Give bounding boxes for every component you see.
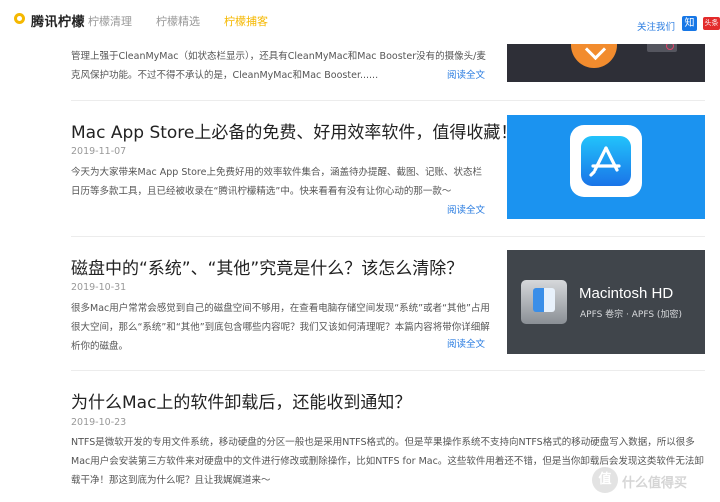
smzdm-logo-icon: 值 [592,467,618,493]
zhihu-icon[interactable]: 知 [682,16,697,31]
article-title[interactable]: 磁盘中的“系统”、“其他”究竟是什么？该怎么清除？ [71,254,463,279]
toutiao-icon[interactable]: 头条 [703,17,720,30]
article-card: 磁盘中的“系统”、“其他”究竟是什么？该怎么清除？ 2019-10-31 很多M… [71,250,705,358]
divider [71,370,705,371]
nav-item-picks[interactable]: 柠檬精选 [156,13,200,29]
article-summary: 很多Mac用户常常会感觉到自己的磁盘空间不够用，在查看电脑存储空间发现“系统”或… [71,303,490,352]
follow-us-label: 关注我们 [637,22,676,33]
article-summary: 今天为大家带来Mac App Store上免费好用的效率软件集合，涵盖待办提醒、… [71,167,482,197]
watermark: 值 什么值得买 [592,466,716,496]
brand-name[interactable]: 腾讯柠檬 [31,11,85,30]
app-store-icon [581,136,631,186]
finder-icon [533,288,555,312]
disk-format: APFS 卷宗 · APFS (加密) [580,310,682,320]
article-date: 2019-11-07 [71,146,127,157]
article-title[interactable]: Mac App Store上必备的免费、好用效率软件，值得收藏！ [71,118,517,143]
article-title[interactable]: 为什么Mac上的软件卸载后，还能收到通知？ [71,388,411,413]
watermark-text: 什么值得买 [622,476,688,491]
disk-name: Macintosh HD [579,285,674,302]
article-date: 2019-10-31 [71,282,127,293]
divider [71,236,705,237]
nav-item-clean[interactable]: 柠檬清理 [88,13,132,29]
read-more-link[interactable]: 阅读全文 [447,336,485,350]
divider [71,100,705,101]
article-date: 2019-10-23 [71,417,127,428]
article-thumbnail[interactable]: Macintosh HD APFS 卷宗 · APFS (加密) [507,250,705,354]
read-more-link[interactable]: 阅读全文 [447,67,485,81]
article-card: Mac App Store上必备的免费、好用效率软件，值得收藏！ 2019-11… [71,115,705,222]
top-header: 腾讯柠檬 柠檬清理 柠檬精选 柠檬捕客 关注我们 知 头条 [0,0,720,44]
read-more-link[interactable]: 阅读全文 [447,202,485,216]
article-summary: 管理上强于CleanMyMac（如状态栏显示），还具有CleanMyMac和Ma… [71,51,486,81]
main-nav: 柠檬清理 柠檬精选 柠檬捕客 [88,13,292,29]
nav-item-blog[interactable]: 柠檬捕客 [224,13,268,29]
lemon-logo-icon[interactable] [14,13,25,24]
article-thumbnail[interactable] [507,115,705,219]
